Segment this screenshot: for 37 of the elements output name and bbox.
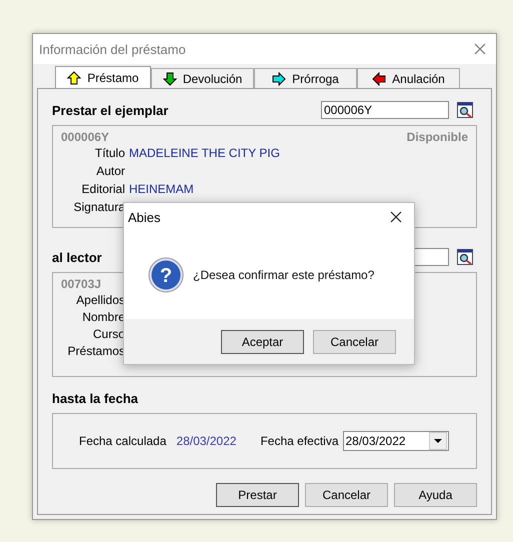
action-button[interactable]: Cancelar [305,483,388,507]
field-value: MADELEINE THE CITY PIG [129,146,280,160]
field-label: Fecha efectiva [260,434,338,448]
section-heading: al lector [52,250,102,266]
dialog-button[interactable]: Cancelar [313,330,396,354]
field-label: Fecha calculada [79,434,166,448]
date-dropdown[interactable]: 28/03/2022 [342,431,448,451]
reader-code: 00703J [61,277,102,291]
field-value: HEINEMAM [129,182,194,196]
close-icon[interactable] [390,211,402,223]
field-label: Editorial [80,182,125,196]
field-label: Préstamos [66,344,125,358]
search-icon[interactable] [457,102,473,118]
action-button[interactable]: Prestar [216,483,299,507]
section-heading: Prestar el ejemplar [52,103,168,119]
field-label: Nombre [81,310,125,324]
field-label: Autor [95,164,125,178]
window-title: Información del préstamo [39,42,186,56]
message-text: ¿Desea confirmar este préstamo? [193,268,374,282]
dropdown-arrow-icon [434,438,442,444]
field-label: Signatura [72,200,125,214]
calculated-date: 28/03/2022 [176,434,236,448]
tab[interactable]: Prórroga [254,68,357,88]
tab[interactable]: Devolución [151,68,254,88]
copy-code: 000006Y [61,130,110,144]
field-label: Apellidos [75,292,125,306]
question-icon: ? [148,257,184,293]
action-button[interactable]: Ayuda [394,483,477,507]
section-heading: hasta la fecha [52,391,138,407]
field-label: Título [94,146,125,160]
status-label: Disponible [406,130,468,144]
tab[interactable]: Préstamo [55,66,151,88]
copy-code-field[interactable]: 000006Y [321,101,449,119]
dialog-button[interactable]: Aceptar [221,330,304,354]
tab[interactable]: Anulación [357,68,460,88]
message-title: Abies [128,210,161,224]
search-icon[interactable] [457,249,473,265]
